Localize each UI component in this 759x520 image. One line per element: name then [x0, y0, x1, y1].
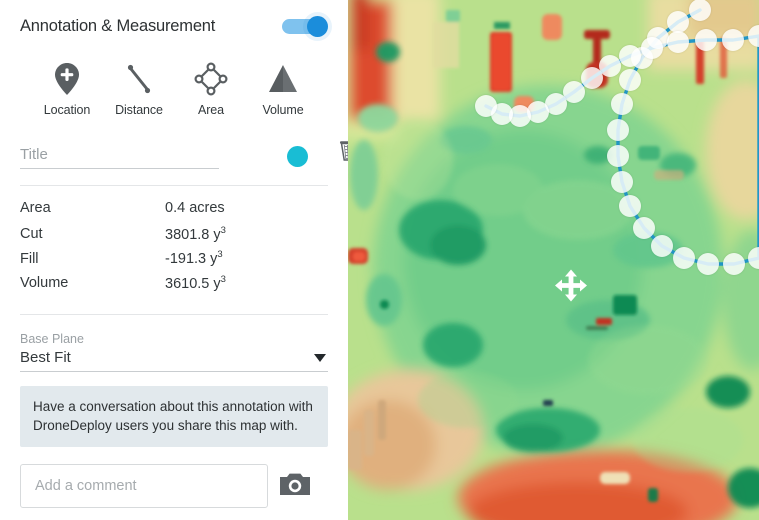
polygon-vertex[interactable]: [611, 171, 633, 193]
tool-location[interactable]: Location: [32, 58, 102, 117]
stat-exponent: 3: [220, 273, 226, 285]
tool-location-label: Location: [43, 103, 91, 117]
camera-icon[interactable]: [280, 471, 310, 502]
comment-row: [20, 464, 328, 508]
base-plane-select[interactable]: Best Fit: [20, 349, 328, 372]
polygon-vertex[interactable]: [475, 95, 497, 117]
stat-number: -191.3: [165, 250, 207, 267]
stat-unit: y: [213, 275, 221, 292]
toggle-thumb: [307, 16, 328, 37]
stat-key: Area: [20, 200, 51, 216]
polygon-vertex[interactable]: [619, 45, 641, 67]
conversation-info-box: Have a conversation about this annotatio…: [20, 386, 328, 447]
divider-top: [20, 185, 328, 186]
polygon-vertex[interactable]: [619, 195, 641, 217]
stat-row-volume: Volume 3610.5 y3: [20, 274, 328, 299]
chevron-down-icon: [314, 353, 326, 362]
stat-key: Volume: [20, 275, 69, 292]
tool-distance[interactable]: Distance: [104, 58, 174, 117]
title-input[interactable]: [20, 146, 219, 169]
stat-key: Cut: [20, 226, 43, 243]
polygon-vertex[interactable]: [581, 67, 603, 89]
stat-exponent: 3: [217, 249, 223, 260]
measurement-tools: Location Distance Area Volume: [20, 58, 328, 117]
title-row: [20, 139, 360, 169]
polygon-vertex[interactable]: [607, 119, 629, 141]
app-root: Annotation & Measurement Location Distan…: [0, 0, 759, 520]
stat-row-fill: Fill -191.3 y3: [20, 249, 328, 274]
polygon-vertex[interactable]: [667, 11, 689, 33]
annotation-toggle[interactable]: [282, 16, 328, 37]
polygon-vertex[interactable]: [689, 0, 711, 21]
tool-area-label: Area: [197, 103, 224, 117]
polygon-vertex[interactable]: [611, 93, 633, 115]
stat-number: 3801.8: [165, 226, 210, 243]
stat-number: 0.4: [165, 200, 186, 216]
base-plane-label: Base Plane: [20, 332, 84, 346]
polygon-vertex[interactable]: [722, 29, 744, 51]
stat-number: 3610.5: [165, 275, 210, 292]
base-plane-section: Base Plane Best Fit: [20, 332, 328, 372]
annotation-color-swatch[interactable]: [287, 146, 308, 167]
tool-volume[interactable]: Volume: [248, 58, 318, 117]
comment-input[interactable]: [20, 464, 268, 508]
pyramid-icon: [266, 58, 300, 100]
stat-value: 0.4 acres: [165, 200, 225, 216]
panel-header: Annotation & Measurement: [20, 0, 328, 44]
tool-distance-label: Distance: [115, 103, 163, 117]
polygon-vertex[interactable]: [607, 145, 629, 167]
stat-row-area: Area 0.4 acres: [20, 200, 328, 225]
measurement-stats: Area 0.4 acres Cut 3801.8 y3 Fill -191.3…: [20, 200, 328, 298]
map-viewport[interactable]: [348, 0, 759, 520]
polygon-vertex[interactable]: [641, 37, 663, 59]
stat-row-cut: Cut 3801.8 y3: [20, 225, 328, 250]
polygon-vertex[interactable]: [695, 29, 717, 51]
stat-value: -191.3 y3: [165, 249, 223, 267]
stat-value: 3801.8 y3: [165, 225, 226, 243]
stat-value: 3610.5 y3: [165, 274, 226, 292]
polygon-diamond-icon: [194, 58, 228, 100]
move-arrows-icon[interactable]: [554, 269, 588, 308]
polygon-vertex[interactable]: [619, 69, 641, 91]
polygon-vertex[interactable]: [723, 253, 745, 275]
polygon-vertex[interactable]: [697, 253, 719, 275]
stat-key: Fill: [20, 250, 39, 267]
annotation-panel: Annotation & Measurement Location Distan…: [0, 0, 360, 520]
stat-unit: acres: [189, 200, 225, 216]
line-segment-icon: [123, 58, 155, 100]
base-plane-value: Best Fit: [20, 349, 71, 366]
polygon-vertex[interactable]: [633, 217, 655, 239]
divider-bottom: [20, 314, 328, 315]
map-pin-plus-icon: [53, 58, 81, 100]
polygon-vertex[interactable]: [651, 235, 673, 257]
polygon-vertex[interactable]: [673, 247, 695, 269]
tool-volume-label: Volume: [262, 103, 304, 117]
polygon-vertex[interactable]: [667, 31, 689, 53]
page-title: Annotation & Measurement: [20, 16, 216, 35]
stat-exponent: 3: [220, 224, 226, 236]
stat-unit: y: [213, 226, 221, 243]
tool-area[interactable]: Area: [176, 58, 246, 117]
